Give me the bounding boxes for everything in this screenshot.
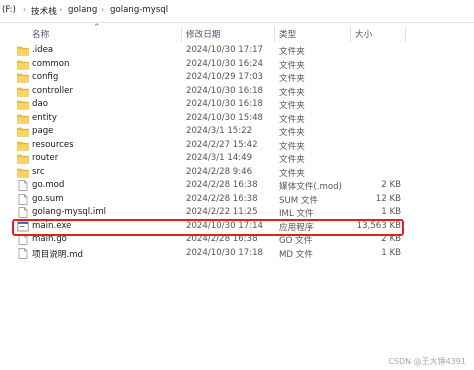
file-name: controller [32, 85, 73, 96]
file-type: SUM 文件 [279, 195, 319, 206]
file-name: page [32, 126, 54, 136]
file-name: .idea [32, 45, 54, 55]
file-row[interactable]: golang-mysql.iml 2024/2/22 11:25 IML 文件 1 K… [0, 206, 474, 220]
file-icon [17, 193, 29, 205]
breadcrumb-folder[interactable]: golang [68, 5, 97, 15]
folder-icon [17, 59, 29, 70]
file-type: 文件夹 [279, 87, 305, 98]
column-header-size[interactable]: 大小 [355, 28, 372, 40]
folder-icon [17, 86, 29, 97]
file-date: 2024/3/1 15:22 [186, 126, 253, 136]
file-size: 2 KB [381, 180, 401, 190]
file-row[interactable]: router 2024/3/1 14:49 文件夹 [0, 152, 474, 166]
column-header-date[interactable]: 修改日期 [186, 28, 220, 40]
file-type: 文件夹 [279, 60, 305, 71]
file-date: 2024/2/28 16:38 [186, 193, 258, 204]
chevron-right-icon[interactable]: › [59, 5, 62, 14]
file-type: 文件夹 [279, 114, 305, 125]
file-name: entity [32, 112, 57, 123]
column-header-name[interactable]: 名称 [32, 28, 49, 40]
breadcrumb-current-folder[interactable]: golang-mysql [110, 5, 168, 15]
file-type: 文件夹 [279, 74, 305, 84]
file-name: resources [32, 139, 74, 150]
file-row[interactable]: common 2024/10/30 16:24 文件夹 [0, 58, 474, 72]
file-type: 文件夹 [279, 141, 305, 152]
column-divider[interactable] [181, 26, 182, 42]
folder-icon [17, 72, 29, 83]
file-date: 2024/10/29 17:03 [186, 72, 264, 82]
file-icon [17, 247, 29, 259]
watermark: CSDN @王大锤4391 [388, 357, 466, 366]
file-type: 文件夹 [279, 168, 305, 179]
file-row[interactable]: src 2024/2/28 9:46 文件夹 [0, 166, 474, 180]
file-name: config [32, 72, 59, 82]
file-type: 文件夹 [279, 101, 305, 111]
file-size: 12 KB [375, 193, 401, 204]
file-date: 2024/10/30 16:18 [186, 99, 264, 109]
sort-chevron-up-icon: ⌃ [93, 23, 101, 33]
folder-icon [17, 140, 29, 151]
file-date: 2024/10/30 16:24 [186, 58, 264, 69]
column-headers: ⌃ 名称 修改日期 类型 大小 [0, 23, 474, 42]
file-date: 2024/10/30 17:18 [186, 247, 264, 258]
file-row[interactable]: entity 2024/10/30 15:48 文件夹 [0, 112, 474, 126]
file-type: IML 文件 [279, 209, 314, 219]
file-row[interactable]: go.mod 2024/2/28 16:38 媒体文件(.mod) 2 KB [0, 179, 474, 193]
file-type: MD 文件 [279, 249, 313, 260]
file-row[interactable]: controller 2024/10/30 16:18 文件夹 [0, 85, 474, 99]
file-date: 2024/10/30 15:48 [186, 112, 264, 123]
file-name: go.mod [32, 180, 65, 190]
file-row[interactable]: go.sum 2024/2/28 16:38 SUM 文件 12 KB [0, 193, 474, 207]
file-row[interactable]: config 2024/10/29 17:03 文件夹 [0, 71, 474, 85]
file-type: 文件夹 [279, 128, 305, 138]
file-row[interactable]: .idea 2024/10/30 17:17 文件夹 [0, 44, 474, 58]
file-date: 2024/2/22 11:25 [186, 207, 258, 217]
file-date: 2024/2/28 9:46 [186, 166, 253, 177]
file-row[interactable]: resources 2024/2/27 15:42 文件夹 [0, 139, 474, 153]
file-name: 项目说明.md [32, 249, 83, 260]
file-name: src [32, 166, 45, 177]
file-date: 2024/2/28 16:38 [186, 180, 258, 190]
breadcrumb-drive[interactable]: (F:) [2, 5, 16, 15]
file-icon [17, 180, 29, 191]
folder-icon [17, 126, 29, 137]
column-divider[interactable] [405, 26, 406, 42]
chevron-right-icon[interactable]: › [23, 5, 26, 14]
folder-icon [17, 167, 29, 178]
breadcrumb: (F:) › 技术栈 › golang › golang-mysql [0, 0, 474, 23]
file-name: router [32, 153, 59, 163]
file-date: 2024/10/30 16:18 [186, 85, 264, 96]
file-icon [17, 207, 29, 218]
file-row[interactable]: 项目说明.md 2024/10/30 17:18 MD 文件 1 KB [0, 247, 474, 261]
chevron-right-icon[interactable]: › [101, 5, 104, 14]
file-date: 2024/2/27 15:42 [186, 139, 258, 150]
file-type: 文件夹 [279, 47, 305, 57]
file-date: 2024/3/1 14:49 [186, 153, 253, 163]
breadcrumb-folder[interactable]: 技术栈 [31, 5, 57, 17]
file-name: golang-mysql.iml [32, 207, 107, 217]
file-row[interactable]: dao 2024/10/30 16:18 文件夹 [0, 98, 474, 112]
file-name: go.sum [32, 193, 64, 204]
column-header-type[interactable]: 类型 [279, 28, 296, 40]
file-date: 2024/10/30 17:17 [186, 45, 264, 55]
folder-icon [17, 45, 29, 56]
column-divider[interactable] [274, 26, 275, 42]
file-name: dao [32, 99, 48, 109]
file-size: 1 KB [381, 247, 401, 258]
file-size: 1 KB [381, 207, 401, 217]
file-type: 媒体文件(.mod) [279, 182, 342, 192]
file-type: 文件夹 [279, 155, 305, 165]
folder-icon [17, 99, 29, 110]
column-divider[interactable] [350, 26, 351, 42]
folder-icon [17, 113, 29, 124]
file-row[interactable]: page 2024/3/1 15:22 文件夹 [0, 125, 474, 139]
highlight-box [12, 219, 404, 236]
file-name: common [32, 58, 70, 69]
folder-icon [17, 153, 29, 164]
